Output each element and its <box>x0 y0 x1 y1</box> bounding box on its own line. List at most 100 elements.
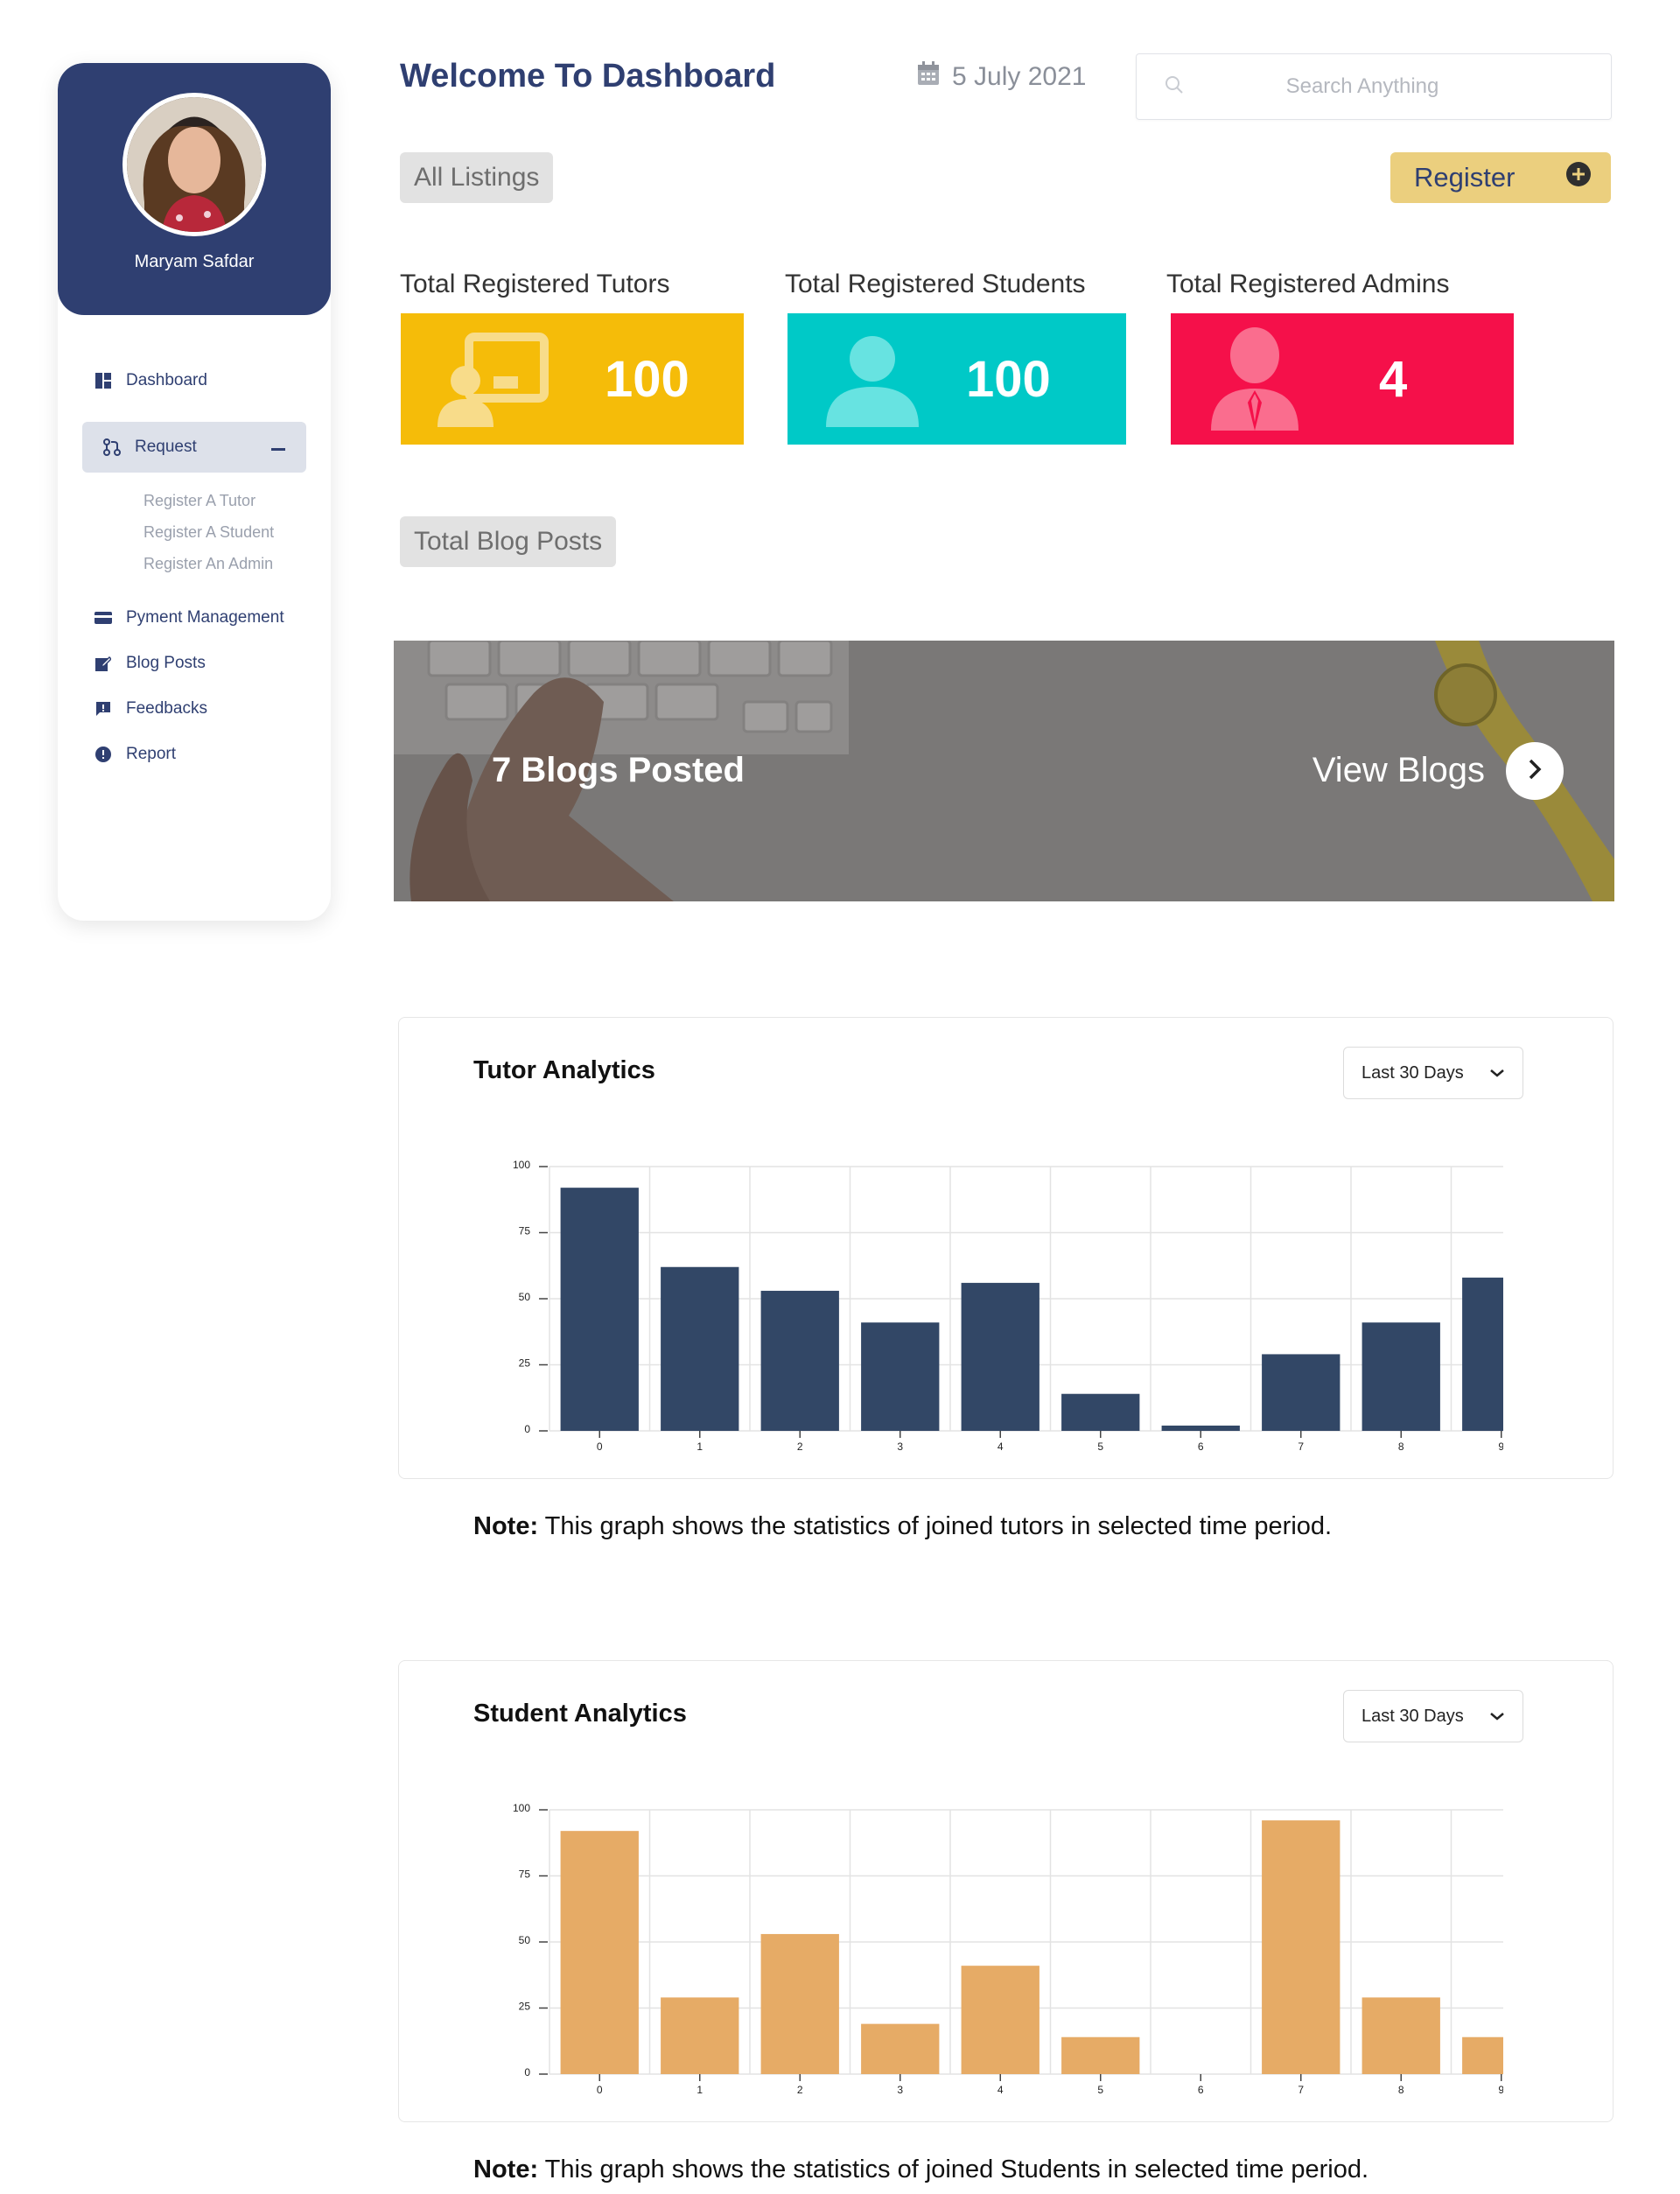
x-tick-label: 7 <box>1298 2084 1304 2096</box>
chart-bar <box>961 1966 1040 2074</box>
submenu-register-admin[interactable]: Register An Admin <box>144 548 306 579</box>
sidebar: Maryam Safdar Dashboard Request Register… <box>58 63 331 921</box>
chevron-down-icon <box>1489 1707 1505 1727</box>
student-period-dropdown[interactable]: Last 30 Days <box>1343 1690 1523 1742</box>
y-tick-label: 100 <box>513 1159 530 1171</box>
tutor-chart-note: Note: This graph shows the statistics of… <box>473 1512 1332 1541</box>
x-tick-label: 2 <box>797 2084 803 2096</box>
register-button[interactable]: Register <box>1390 152 1611 203</box>
submenu-register-student[interactable]: Register A Student <box>144 516 306 548</box>
chart-bar <box>760 1933 839 2074</box>
stat-card-students[interactable]: 100 <box>788 313 1126 445</box>
x-tick-label: 0 <box>597 2084 603 2096</box>
stat-value-admins: 4 <box>1379 350 1408 408</box>
x-tick-label: 2 <box>797 1440 803 1453</box>
date-text: 5 July 2021 <box>952 62 1087 91</box>
x-tick-label: 9 <box>1498 2084 1503 2096</box>
sidebar-item-dashboard[interactable]: Dashboard <box>82 359 306 403</box>
stat-value-tutors: 100 <box>605 350 690 408</box>
chevron-down-icon <box>1489 1063 1505 1083</box>
chart-bar <box>861 1322 940 1431</box>
blogs-banner[interactable]: 7 Blogs Posted View Blogs <box>394 641 1614 901</box>
view-blogs-button[interactable] <box>1506 742 1564 800</box>
x-tick-label: 9 <box>1498 1440 1503 1453</box>
sidebar-item-label: Report <box>126 745 177 763</box>
calendar-icon <box>917 61 952 93</box>
tutor-board-icon <box>434 333 551 433</box>
note-prefix: Note: <box>473 2155 539 2183</box>
x-tick-label: 4 <box>998 1440 1004 1453</box>
sidebar-item-payment[interactable]: Pyment Management <box>82 595 306 641</box>
date-display: 5 July 2021 <box>917 61 1086 93</box>
stat-label-students: Total Registered Students <box>785 270 1086 298</box>
tutor-analytics-title: Tutor Analytics <box>473 1056 655 1084</box>
chevron-right-icon <box>1527 758 1543 785</box>
tutor-bar-chart: 0 25 50 75 100 0 1 2 3 4 5 6 7 8 9 <box>513 1159 1503 1453</box>
x-tick-label: 8 <box>1398 2084 1404 2096</box>
sidebar-item-blog-posts[interactable]: Blog Posts <box>82 641 306 686</box>
x-tick-label: 3 <box>897 1440 903 1453</box>
y-tick-label: 25 <box>519 1357 531 1370</box>
y-tick-label: 50 <box>519 1291 531 1303</box>
chart-bar <box>1262 1354 1340 1431</box>
x-tick-label: 1 <box>696 2084 703 2096</box>
search-icon <box>1165 75 1184 99</box>
dashboard-icon <box>94 372 112 389</box>
page-title: Welcome To Dashboard <box>400 58 776 95</box>
y-tick-label: 0 <box>524 2066 530 2078</box>
avatar[interactable] <box>122 93 266 236</box>
profile-panel: Maryam Safdar <box>58 63 331 315</box>
sidebar-item-report[interactable]: Report <box>82 732 306 777</box>
y-tick-label: 50 <box>519 1934 531 1946</box>
chart-bar <box>1061 2036 1140 2074</box>
sidebar-item-label: Blog Posts <box>126 654 206 672</box>
note-text: This graph shows the statistics of joine… <box>538 2155 1369 2183</box>
x-tick-label: 8 <box>1398 1440 1404 1453</box>
student-analytics-title: Student Analytics <box>473 1700 687 1728</box>
chart-bar <box>1462 2036 1503 2074</box>
submenu-register-tutor[interactable]: Register A Tutor <box>144 485 306 516</box>
sidebar-item-feedbacks[interactable]: Feedbacks <box>82 686 306 732</box>
chart-bar <box>661 1997 739 2074</box>
chart-bar <box>1362 1997 1440 2074</box>
note-text: This graph shows the statistics of joine… <box>538 1512 1333 1540</box>
chart-bar <box>560 1831 639 2074</box>
x-tick-label: 5 <box>1097 1440 1103 1453</box>
sidebar-item-label: Dashboard <box>126 371 207 389</box>
chart-bar <box>1061 1393 1140 1431</box>
x-tick-label: 1 <box>696 1440 703 1453</box>
stat-card-admins[interactable]: 4 <box>1171 313 1514 445</box>
tutor-analytics-card: Tutor Analytics Last 30 Days 0 25 50 75 100 0… <box>398 1017 1614 1479</box>
x-tick-label: 4 <box>998 2084 1004 2096</box>
y-tick-label: 75 <box>519 1868 531 1881</box>
student-bar-chart: 0 25 50 75 100 0 1 2 3 4 5 6 7 8 9 <box>513 1802 1503 2096</box>
credit-card-icon <box>94 609 112 627</box>
x-tick-label: 0 <box>597 1440 603 1453</box>
y-tick-label: 100 <box>513 1802 530 1814</box>
y-tick-label: 25 <box>519 2001 531 2013</box>
sidebar-item-label: Pyment Management <box>126 608 284 627</box>
dropdown-value: Last 30 Days <box>1362 1706 1464 1726</box>
register-label: Register <box>1414 162 1516 193</box>
chart-bar <box>760 1290 839 1431</box>
sidebar-item-request[interactable]: Request <box>82 422 306 473</box>
collapse-icon[interactable] <box>271 438 285 457</box>
search-box[interactable] <box>1136 53 1612 120</box>
git-request-icon <box>103 438 121 456</box>
stat-card-tutors[interactable]: 100 <box>401 313 744 445</box>
x-tick-label: 6 <box>1198 1440 1204 1453</box>
sidebar-item-label: Feedbacks <box>126 699 207 718</box>
view-blogs-link[interactable]: View Blogs <box>1312 751 1485 790</box>
admin-icon <box>1209 326 1300 435</box>
x-tick-label: 7 <box>1298 1440 1304 1453</box>
note-prefix: Note: <box>473 1512 539 1540</box>
chart-bar <box>661 1266 739 1431</box>
search-input[interactable] <box>1184 74 1541 99</box>
chart-bar <box>1462 1277 1503 1431</box>
x-tick-label: 5 <box>1097 2084 1103 2096</box>
x-tick-label: 3 <box>897 2084 903 2096</box>
request-submenu: Register A Tutor Register A Student Regi… <box>82 485 306 579</box>
student-icon <box>824 333 920 433</box>
tutor-period-dropdown[interactable]: Last 30 Days <box>1343 1047 1523 1099</box>
chart-bar <box>861 2023 940 2074</box>
